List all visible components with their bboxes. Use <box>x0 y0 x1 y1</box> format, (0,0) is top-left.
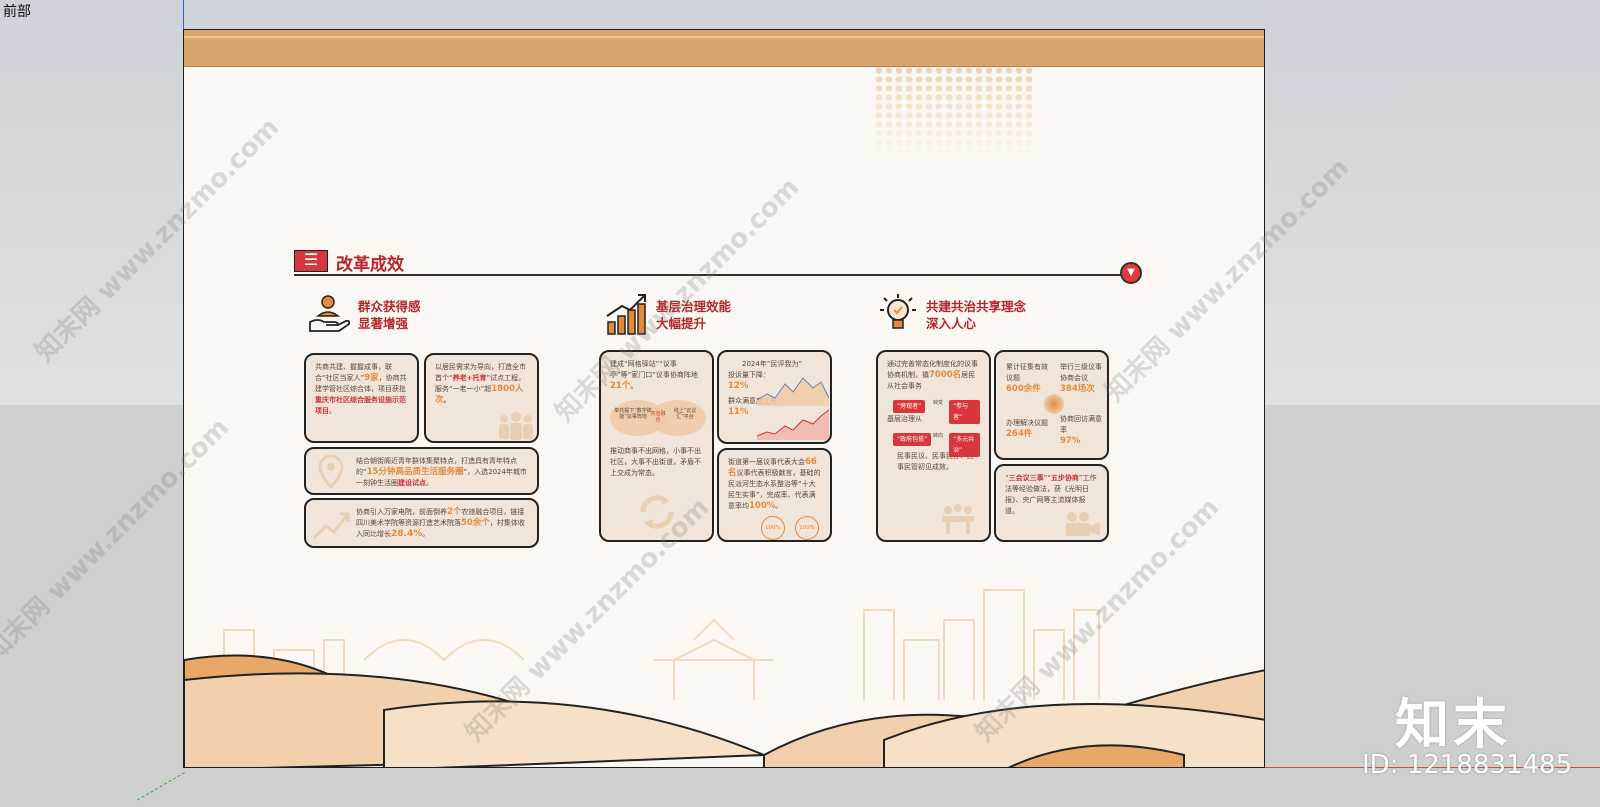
gov-pill: “政府包揽” <box>893 433 932 446</box>
people-group-icon <box>499 412 533 440</box>
stat-topics-value: 600余件 <box>1006 384 1041 394</box>
venn-diagram: 单托提下“数字赋能”议事阵地 共治融合 线上“云议汇”平台 <box>610 398 706 440</box>
stat-topics-label: 累计征集有效议题 <box>1006 363 1048 382</box>
stat-satisfaction-value: 97% <box>1060 436 1081 446</box>
column-3-title-line1: 共建共治共享理念 <box>926 299 1027 314</box>
video-camera-icon <box>1066 512 1100 536</box>
card-topic-stats: 累计征集有效议题 600余件 举行三级议事协商会议 384场次 办理解决议题 2… <box>994 350 1109 460</box>
dot-grid-decoration <box>874 66 1034 161</box>
venn-left-label: 单托提下“数字赋能”议事阵地 <box>614 408 652 420</box>
transform-label-2: 转向 <box>933 433 944 439</box>
section-title: 改革成效 <box>336 255 404 275</box>
badge-completion: 100% <box>761 516 785 540</box>
venn-mid-label: 共治融合 <box>650 411 666 423</box>
column-3-title-line2: 深入人心 <box>926 316 977 331</box>
stats-title: 2024年“民评我为” <box>742 360 803 368</box>
card-complaint-stats: 2024年“民评我为” 投诉量下降： 12% 群众满意度上升： 11% <box>717 350 832 444</box>
column-1-title-line1: 群众获得感 <box>358 299 421 314</box>
card-representative-congress: 街道第一届议事代表大会66名议事代表积极献言，基础的民派河生态水系整治等“十大民… <box>717 448 832 542</box>
sun-glow-icon <box>1044 394 1064 414</box>
lightbulb-icon <box>880 294 916 329</box>
card-service-circle: 结合朝街阁近青年群体集聚特点，打造具有青年特点的“15分钟高品质生活服务圈”，入… <box>304 447 539 495</box>
participant-pill: “参与者” <box>949 400 980 424</box>
blue-axis <box>183 0 184 30</box>
trend-sparkline <box>757 377 829 440</box>
team-meeting-icon <box>942 504 974 534</box>
asset-id-label: ID: 1218831485 <box>1362 750 1573 780</box>
card-elderly-childcare: 以居民需求为导向，打造全市首个“养老+托育”试点工程，服务“一老一小”超1800… <box>424 353 539 443</box>
column-1-title-line2: 显著增强 <box>358 316 409 331</box>
card-agri-tourism: 协商引入万家电院，前面倒养2个农旅融合项目，链接四川美术学院等资源打造艺术院落5… <box>304 498 539 548</box>
column-header-3: 共建共治共享理念 深入人心 <box>874 292 1074 336</box>
hand-person-icon <box>309 295 350 332</box>
bystander-pill: “旁观者” <box>893 400 926 413</box>
chevron-down-icon: ▼ <box>1120 262 1142 284</box>
card-community-complex: 共商共建、握握成事，联合“社区当家人”9家，协商共建学管社区综合体，项目获批重庆… <box>304 353 419 443</box>
venn-right-label: 线上“云议汇”平台 <box>673 408 697 420</box>
card-media-reports: “三会议三事”“五步协商”工作法等经验做法，获《光明日报》、央广网等主流媒体报道… <box>994 464 1109 542</box>
location-pin-icon <box>318 454 344 490</box>
view-label: 前部 <box>3 4 31 20</box>
section-number-icon: ☰ <box>294 250 328 272</box>
badge-satisfaction: 100% <box>795 516 819 540</box>
stat-satisfaction-label: 协商回访满意率 <box>1060 415 1102 434</box>
display-board[interactable]: ☰ 改革成效 ▼ 群众获得感 显著增强 基层治理效能 大幅提升 共建共治共享理念… <box>183 29 1265 768</box>
stat-resolved-value: 264件 <box>1006 429 1033 439</box>
growth-arrow-icon <box>312 512 350 540</box>
multi-pill: “多元共治” <box>949 433 980 457</box>
transform-label-1: 转变 <box>933 400 944 406</box>
sketchup-viewport[interactable]: 前部 ☰ 改革成效 ▼ 群众获得感 显著增强 基层治理效能 大幅提升 共建共治共… <box>0 0 1600 807</box>
card-consultation-mechanism: 通过完善常态化制度化的议事协商机制，撬7000名居民从社会事务 “旁观者” 转变… <box>876 350 991 542</box>
column-header-1: 群众获得感 显著增强 <box>306 292 486 336</box>
stat-resolved-label: 办理解决议题 <box>1006 419 1048 427</box>
brand-logo: 知末 <box>1395 693 1511 756</box>
top-band <box>184 30 1264 67</box>
